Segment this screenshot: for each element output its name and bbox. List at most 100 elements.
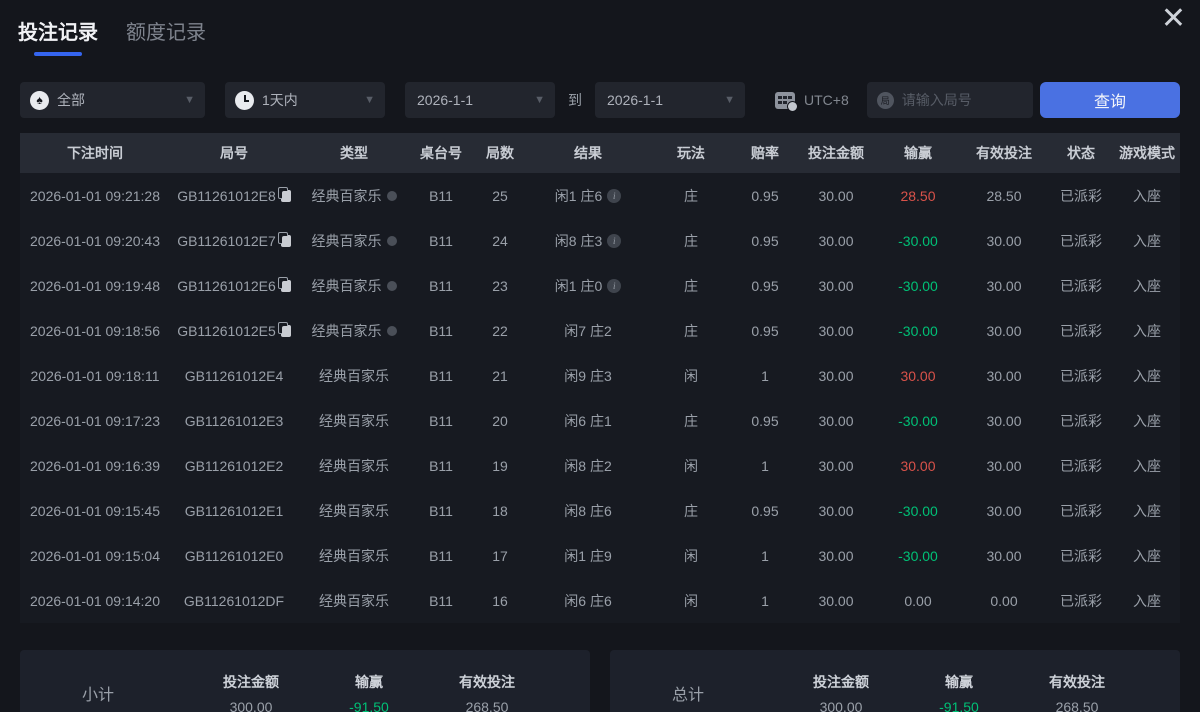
subtotal-valid: 有效投注 268.50 [459,673,515,712]
table-row: 2026-01-01 09:18:56 GB11261012E5 经典百家乐 B11 2… [20,308,1180,353]
round-id-icon: 局 [876,91,894,109]
cell-odds: 1 [761,592,769,609]
clock-icon [235,90,254,110]
date-from-dropdown[interactable]: 2026-1-1 ▼ [405,82,555,118]
column-header-9: 输赢 [904,145,932,161]
cell-play: 庄 [684,502,698,519]
subtotal-title: 小计 [82,687,115,704]
cell-round_no: 18 [492,502,508,519]
active-tab-underline [34,52,82,56]
column-header-6: 玩法 [677,145,705,161]
cell-valid_bet: 30.00 [986,367,1022,384]
cell-result: 闲6 庄1 [564,412,612,429]
table-row: 2026-01-01 09:19:48 GB11261012E6 经典百家乐 B11 2… [20,263,1180,308]
cell-result: 闲6 庄6 [564,592,612,609]
bet-records-table: 下注时间 局号 类型 桌台号 局数 结果 玩法 赔率 投注金额 输赢 有效投注 状态 游戏模式 2026… [20,133,1180,623]
info-icon[interactable]: i [607,233,622,248]
cell-status: 已派彩 [1060,592,1102,609]
calendar-clock-icon[interactable] [775,91,798,112]
chevron-down-icon: ▼ [184,94,195,106]
cell-mode: 入座 [1133,412,1161,429]
cell-valid_bet: 30.00 [986,502,1022,519]
cell-round_no: 23 [492,277,508,294]
close-icon[interactable]: ✕ [1161,4,1186,34]
cell-time: 2026-01-01 09:18:56 [30,322,160,339]
copy-icon[interactable] [277,231,291,247]
cell-odds: 0.95 [751,277,779,294]
table-row: 2026-01-01 09:15:45 GB11261012E1 经典百家乐 B11 1… [20,488,1180,533]
cell-bet: 30.00 [818,502,854,519]
cell-round_id: GB11261012E0 [184,547,284,564]
cell-winloss: -30.00 [898,277,938,294]
cell-mode: 入座 [1133,367,1161,384]
time-range-dropdown[interactable]: 1天内 ▼ [225,82,385,118]
cell-result: 闲8 庄2 [564,457,612,474]
cell-round_id: GB11261012E6 [170,276,298,294]
cell-round_no: 20 [492,412,508,429]
copy-icon[interactable] [277,321,291,337]
top-tabs: 投注记录 额度记录 [0,0,1200,56]
cell-round_id: GB11261012E5 [170,321,298,339]
date-to-value: 2026-1-1 [607,92,664,108]
cell-winloss: 30.00 [900,367,936,384]
cell-valid_bet: 30.00 [986,547,1022,564]
cell-table_no: B11 [429,232,453,249]
cell-play: 庄 [684,322,698,339]
cell-bet: 30.00 [818,592,854,609]
cell-round_id: GB11261012E3 [184,412,284,429]
cell-mode: 入座 [1133,547,1161,564]
filter-bar: ♠ 全部 ▼ 1天内 ▼ 2026-1-1 ▼ 到 2026-1-1 ▼ UTC… [20,82,1180,118]
cell-valid_bet: 30.00 [986,277,1022,294]
cell-valid_bet: 0.00 [990,592,1018,609]
cell-round_id: GB11261012E8 [170,186,298,204]
game-type-dropdown[interactable]: ♠ 全部 ▼ [20,82,205,118]
cell-winloss: -30.00 [898,412,938,429]
info-icon[interactable]: i [607,278,622,293]
table-row: 2026-01-01 09:21:28 GB11261012E8 经典百家乐 B11 2… [20,173,1180,218]
total-winloss: 输赢 -91.50 [939,673,979,712]
info-icon[interactable]: i [607,188,622,203]
cell-odds: 0.95 [751,232,779,249]
date-to-dropdown[interactable]: 2026-1-1 ▼ [595,82,745,118]
round-number-input[interactable] [901,92,1023,108]
cell-type: 经典百家乐 [319,457,389,474]
cell-play: 庄 [684,277,698,294]
cell-round_id: GB11261012E2 [184,457,284,474]
status-dot-icon [386,190,397,201]
cell-table_no: B11 [429,277,453,294]
round-number-field[interactable]: 局 [866,82,1033,118]
tab-quota-records[interactable]: 额度记录 [126,16,206,56]
tab-bet-records[interactable]: 投注记录 [18,16,98,56]
total-bet: 投注金额 300.00 [813,673,869,712]
cell-mode: 入座 [1133,457,1161,474]
copy-icon[interactable] [277,186,291,202]
cell-time: 2026-01-01 09:19:48 [30,277,160,294]
cell-play: 闲 [684,592,698,609]
total-valid: 有效投注 268.50 [1049,673,1105,712]
status-dot-icon [386,325,397,336]
table-row: 2026-01-01 09:14:20 GB11261012DF 经典百家乐 B11 1… [20,578,1180,623]
cell-winloss: -30.00 [898,322,938,339]
column-header-4: 局数 [486,145,514,161]
timezone-label: UTC+8 [804,92,849,108]
cell-type: 经典百家乐 [298,321,410,341]
cell-type: 经典百家乐 [319,502,389,519]
cell-bet: 30.00 [818,457,854,474]
cell-status: 已派彩 [1060,232,1102,249]
subtotal-winloss: 输赢 -91.50 [349,673,389,712]
cell-winloss: 28.50 [900,187,936,204]
cell-type: 经典百家乐 [319,547,389,564]
query-button[interactable]: 查询 [1040,82,1180,118]
cell-status: 已派彩 [1060,367,1102,384]
cell-status: 已派彩 [1060,277,1102,294]
cell-valid_bet: 30.00 [986,457,1022,474]
cell-table_no: B11 [429,592,453,609]
cell-result: 闲8 庄3 i [528,231,648,251]
cell-time: 2026-01-01 09:21:28 [30,187,160,204]
cell-result: 闲1 庄9 [564,547,612,564]
cell-table_no: B11 [429,367,453,384]
cell-time: 2026-01-01 09:18:11 [30,367,160,384]
cell-round_id: GB11261012E1 [184,502,284,519]
table-row: 2026-01-01 09:16:39 GB11261012E2 经典百家乐 B11 1… [20,443,1180,488]
copy-icon[interactable] [277,276,291,292]
